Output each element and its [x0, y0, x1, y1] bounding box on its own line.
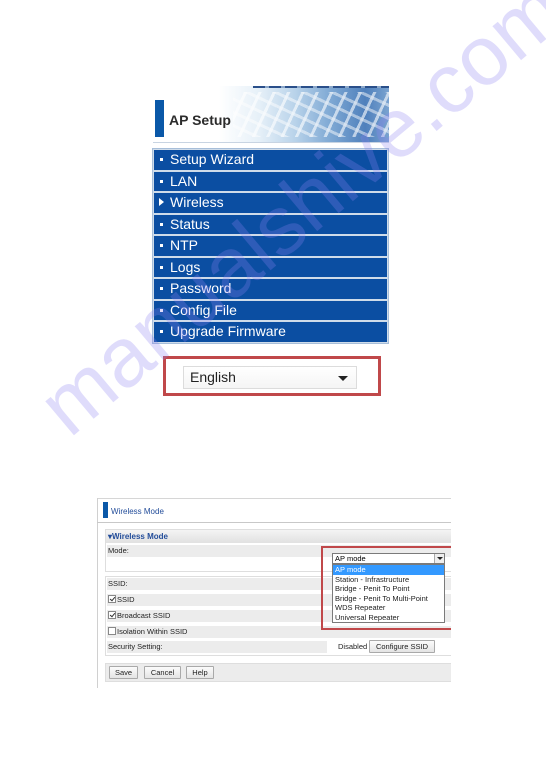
triangle-right-icon: [159, 198, 164, 206]
menu-item-ntp[interactable]: NTP: [154, 236, 387, 256]
bullet-icon: [160, 265, 163, 269]
save-button[interactable]: Save: [109, 666, 138, 679]
header-decoration-line: [253, 86, 389, 88]
page-title: Wireless Mode: [111, 507, 164, 516]
menu-item-label: Config File: [170, 301, 237, 318]
bullet-icon: [160, 330, 163, 333]
title-accent-bar: [103, 502, 108, 518]
ssid-checkbox[interactable]: [108, 595, 116, 603]
bullet-icon: [160, 244, 163, 247]
menu-item-status[interactable]: Status: [154, 214, 387, 234]
checkbox-label: Isolation Within SSID: [117, 627, 188, 636]
mode-highlight-box: AP mode AP mode Station - Infrastructure…: [321, 546, 451, 630]
button-bar: Save Cancel Help: [105, 663, 451, 682]
ssid-label: SSID:: [108, 579, 128, 588]
menu-item-logs[interactable]: Logs: [154, 257, 387, 277]
menu-item-label: Wireless: [170, 194, 224, 210]
title-divider: [97, 522, 451, 523]
menu-item-password[interactable]: Password: [154, 279, 387, 299]
nav-menu: Setup Wizard LAN Wireless Status NTP Log…: [152, 148, 389, 344]
menu-item-setup-wizard[interactable]: Setup Wizard: [154, 150, 387, 170]
mode-dropdown-list: AP mode Station - Infrastructure Bridge …: [332, 564, 445, 623]
menu-item-label: NTP: [170, 237, 198, 253]
mode-option-bridge-point-to-point[interactable]: Bridge - Penit To Point: [333, 584, 444, 594]
section-title: Wireless Mode: [112, 532, 168, 541]
checkbox-label: SSID: [117, 595, 135, 604]
menu-item-label: LAN: [170, 172, 198, 189]
configure-ssid-button[interactable]: Configure SSID: [369, 640, 435, 653]
menu-item-label: Password: [170, 280, 232, 296]
language-select-value: English: [190, 369, 236, 385]
bullet-icon: [160, 179, 163, 183]
security-status: Disabled: [338, 642, 368, 651]
keyboard-banner-image: [233, 92, 389, 137]
help-button[interactable]: Help: [186, 666, 214, 679]
mode-option-universal-repeater[interactable]: Universal Repeater: [333, 613, 444, 623]
section-header[interactable]: ▾Wireless Mode: [106, 530, 451, 543]
mode-option-bridge-point-to-multipoint[interactable]: Bridge - Penit To Multi-Point: [333, 594, 444, 604]
panel-left-border: [97, 498, 98, 688]
mode-select[interactable]: AP mode: [332, 553, 445, 564]
ap-setup-header: AP Setup: [153, 86, 389, 143]
panel-top-border: [97, 498, 451, 499]
menu-item-label: Setup Wizard: [170, 151, 255, 167]
mode-label: Mode:: [108, 546, 129, 555]
menu-item-label: Status: [170, 215, 210, 232]
bullet-icon: [160, 287, 163, 290]
cancel-button[interactable]: Cancel: [144, 666, 181, 679]
mode-option-station-infrastructure[interactable]: Station - Infrastructure: [333, 575, 444, 585]
checkbox-label: Broadcast SSID: [117, 611, 171, 620]
mode-select-value: AP mode: [335, 554, 366, 563]
menu-item-upgrade-firmware[interactable]: Upgrade Firmware: [154, 322, 387, 342]
security-row: Security Setting:: [107, 641, 327, 653]
security-label: Security Setting:: [108, 642, 163, 651]
chevron-down-icon: [338, 376, 348, 381]
menu-item-wireless[interactable]: Wireless: [154, 193, 387, 213]
mode-option-wds-repeater[interactable]: WDS Repeater: [333, 603, 444, 613]
mode-option-ap-mode[interactable]: AP mode: [333, 565, 444, 575]
bullet-icon: [160, 158, 163, 161]
chevron-down-icon[interactable]: [434, 554, 444, 563]
bullet-icon: [160, 222, 163, 226]
ap-setup-title: AP Setup: [169, 112, 231, 128]
broadcast-ssid-checkbox[interactable]: [108, 611, 116, 619]
header-accent-bar: [155, 100, 164, 137]
language-highlight-box: English: [163, 356, 381, 396]
menu-item-label: Logs: [170, 258, 201, 275]
menu-item-label: Upgrade Firmware: [170, 323, 286, 339]
menu-item-lan[interactable]: LAN: [154, 171, 387, 191]
isolation-checkbox[interactable]: [108, 627, 116, 635]
header-divider: [153, 142, 389, 143]
bullet-icon: [160, 308, 163, 312]
menu-item-config-file[interactable]: Config File: [154, 300, 387, 320]
language-select[interactable]: English: [183, 366, 357, 389]
